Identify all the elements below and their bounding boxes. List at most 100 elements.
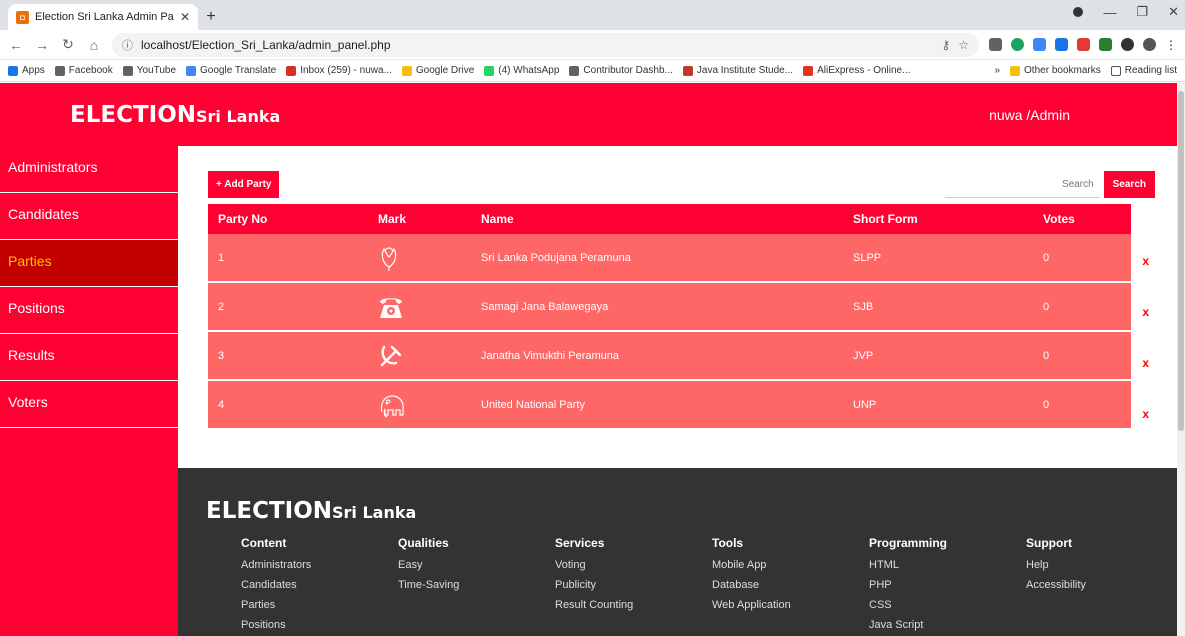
- extension-icon[interactable]: [1077, 38, 1090, 51]
- delete-party-icon[interactable]: x: [1142, 356, 1149, 370]
- footer-link[interactable]: CSS: [869, 595, 1026, 615]
- search-input[interactable]: [944, 171, 1100, 198]
- footer-column-title: Programming: [869, 536, 948, 550]
- sidebar-item-parties[interactable]: Parties: [0, 240, 178, 287]
- party-votes-cell: 0: [1033, 381, 1131, 430]
- scrollbar-thumb[interactable]: [1178, 91, 1184, 431]
- party-no-cell: 2: [208, 283, 368, 332]
- extension-icon[interactable]: [1055, 38, 1068, 51]
- add-party-button[interactable]: + Add Party: [208, 171, 280, 198]
- table-row[interactable]: 4 United National Party UNP 0: [208, 381, 1131, 430]
- menu-icon[interactable]: ⋮: [1165, 38, 1177, 52]
- close-window-icon[interactable]: ✕: [1168, 4, 1179, 20]
- window-controls: — ❐ ✕: [1073, 4, 1179, 20]
- footer-column-content: Content Administrators Candidates Parties Po…: [241, 536, 398, 635]
- table-row[interactable]: 1 Sri Lanka Podujana Peramuna SLPP 0: [208, 234, 1131, 283]
- parties-table: Party No Mark Name Short Form Votes 1 Sri Lan…: [208, 204, 1131, 430]
- footer-link[interactable]: HTML: [869, 555, 1026, 575]
- site-logo[interactable]: ELECTION Sri Lanka: [70, 102, 280, 128]
- puzzle-icon[interactable]: [1121, 38, 1134, 51]
- reading-list[interactable]: Reading list: [1110, 65, 1177, 76]
- footer-link[interactable]: Administrators: [241, 555, 398, 575]
- footer-link[interactable]: Publicity: [555, 575, 712, 595]
- column-header-mark: Mark: [368, 204, 471, 234]
- delete-party-icon[interactable]: x: [1142, 407, 1149, 421]
- info-icon[interactable]: ⓘ: [122, 37, 133, 53]
- sidebar-item-administrators[interactable]: Administrators: [0, 146, 178, 193]
- bookmark-item[interactable]: YouTube: [122, 65, 176, 76]
- footer-link[interactable]: Time-Saving: [398, 575, 555, 595]
- sidebar-item-positions[interactable]: Positions: [0, 287, 178, 334]
- party-name-cell: Samagi Jana Balawegaya: [471, 283, 843, 332]
- key-icon[interactable]: ⚷: [941, 38, 950, 52]
- extension-icon[interactable]: [1033, 38, 1046, 51]
- footer-link[interactable]: Web Application: [712, 595, 869, 615]
- party-name-cell: United National Party: [471, 381, 843, 430]
- tab-close-icon[interactable]: ✕: [180, 10, 190, 24]
- party-short-form-cell: UNP: [843, 381, 1033, 430]
- sidebar-item-results[interactable]: Results: [0, 334, 178, 381]
- sidebar-item-voters[interactable]: Voters: [0, 381, 178, 428]
- footer-link[interactable]: Easy: [398, 555, 555, 575]
- bookmark-item[interactable]: Inbox (259) - nuwa...: [286, 65, 392, 76]
- delete-party-icon[interactable]: x: [1142, 305, 1149, 319]
- bookmark-icon: [484, 65, 495, 76]
- footer-link[interactable]: Voting: [555, 555, 712, 575]
- footer-link[interactable]: Help: [1026, 555, 1183, 575]
- reload-icon[interactable]: ↻: [60, 36, 76, 53]
- footer-link[interactable]: Result Counting: [555, 595, 712, 615]
- more-bookmarks-icon[interactable]: »: [994, 65, 1000, 76]
- delete-party-icon[interactable]: x: [1142, 254, 1149, 268]
- home-icon[interactable]: ⌂: [86, 37, 102, 53]
- back-icon[interactable]: ←: [8, 37, 24, 53]
- bookmark-item[interactable]: Google Translate: [186, 65, 276, 76]
- bookmark-icon: [286, 65, 297, 76]
- table-row[interactable]: 2 Samagi Jana Balawegaya SJB 0: [208, 283, 1131, 332]
- search-button[interactable]: Search: [1103, 171, 1155, 198]
- minimize-icon[interactable]: —: [1103, 5, 1116, 20]
- bookmark-item[interactable]: Java Institute Stude...: [682, 65, 793, 76]
- footer-link[interactable]: Mobile App: [712, 555, 869, 575]
- extension-icon[interactable]: [1099, 38, 1112, 51]
- bookmark-item[interactable]: Google Drive: [401, 65, 474, 76]
- new-tab-icon[interactable]: +: [198, 4, 224, 30]
- footer-link[interactable]: Java Script: [869, 615, 1026, 635]
- bookmark-item[interactable]: Apps: [8, 65, 45, 76]
- bookmark-item[interactable]: Facebook: [54, 65, 113, 76]
- avatar[interactable]: [1143, 38, 1156, 51]
- page-scrollbar[interactable]: [1177, 83, 1185, 636]
- user-info[interactable]: nuwa /Admin: [989, 107, 1070, 123]
- party-votes-cell: 0: [1033, 283, 1131, 332]
- column-header-party-no: Party No: [208, 204, 368, 234]
- table-row[interactable]: 3 Janatha Vimukthi Peramuna JVP 0: [208, 332, 1131, 381]
- sidebar-item-candidates[interactable]: Candidates: [0, 193, 178, 240]
- restore-icon[interactable]: ❐: [1136, 4, 1148, 20]
- main-content: + Add Party Search Party NoMarkNameShort…: [178, 146, 1185, 636]
- bookmark-star-icon[interactable]: ☆: [958, 38, 969, 52]
- footer-link[interactable]: Positions: [241, 615, 398, 635]
- footer-link[interactable]: Database: [712, 575, 869, 595]
- url-input[interactable]: ⓘ localhost/Election_Sri_Lanka/admin_pan…: [112, 32, 979, 57]
- footer-link[interactable]: Parties: [241, 595, 398, 615]
- party-votes-cell: 0: [1033, 234, 1131, 283]
- bookmark-icon: [54, 65, 65, 76]
- footer-link[interactable]: Accessibility: [1026, 575, 1183, 595]
- sidebar: Administrators Candidates Parties Positions…: [0, 146, 178, 636]
- other-bookmarks[interactable]: Other bookmarks: [1010, 65, 1101, 76]
- reading-list-icon: [1110, 65, 1121, 76]
- extension-icon[interactable]: [989, 38, 1002, 51]
- footer-link[interactable]: PHP: [869, 575, 1026, 595]
- party-votes-cell: 0: [1033, 332, 1131, 381]
- browser-tab[interactable]: ◘ Election Sri Lanka Admin Panel ✕: [8, 4, 198, 30]
- address-bar: ← → ↻ ⌂ ⓘ localhost/Election_Sri_Lanka/a…: [0, 30, 1185, 60]
- profile-icon[interactable]: [1073, 7, 1084, 17]
- folder-icon: [1010, 65, 1021, 76]
- bookmark-item[interactable]: AliExpress - Online...: [803, 65, 910, 76]
- forward-icon[interactable]: →: [34, 37, 50, 53]
- bookmark-item[interactable]: (4) WhatsApp: [484, 65, 559, 76]
- footer-column-support: Support Help Accessibility: [1026, 536, 1183, 635]
- footer-column-title: Tools: [712, 536, 744, 550]
- footer-link[interactable]: Candidates: [241, 575, 398, 595]
- bookmark-item[interactable]: Contributor Dashb...: [569, 65, 673, 76]
- extension-icon[interactable]: [1011, 38, 1024, 51]
